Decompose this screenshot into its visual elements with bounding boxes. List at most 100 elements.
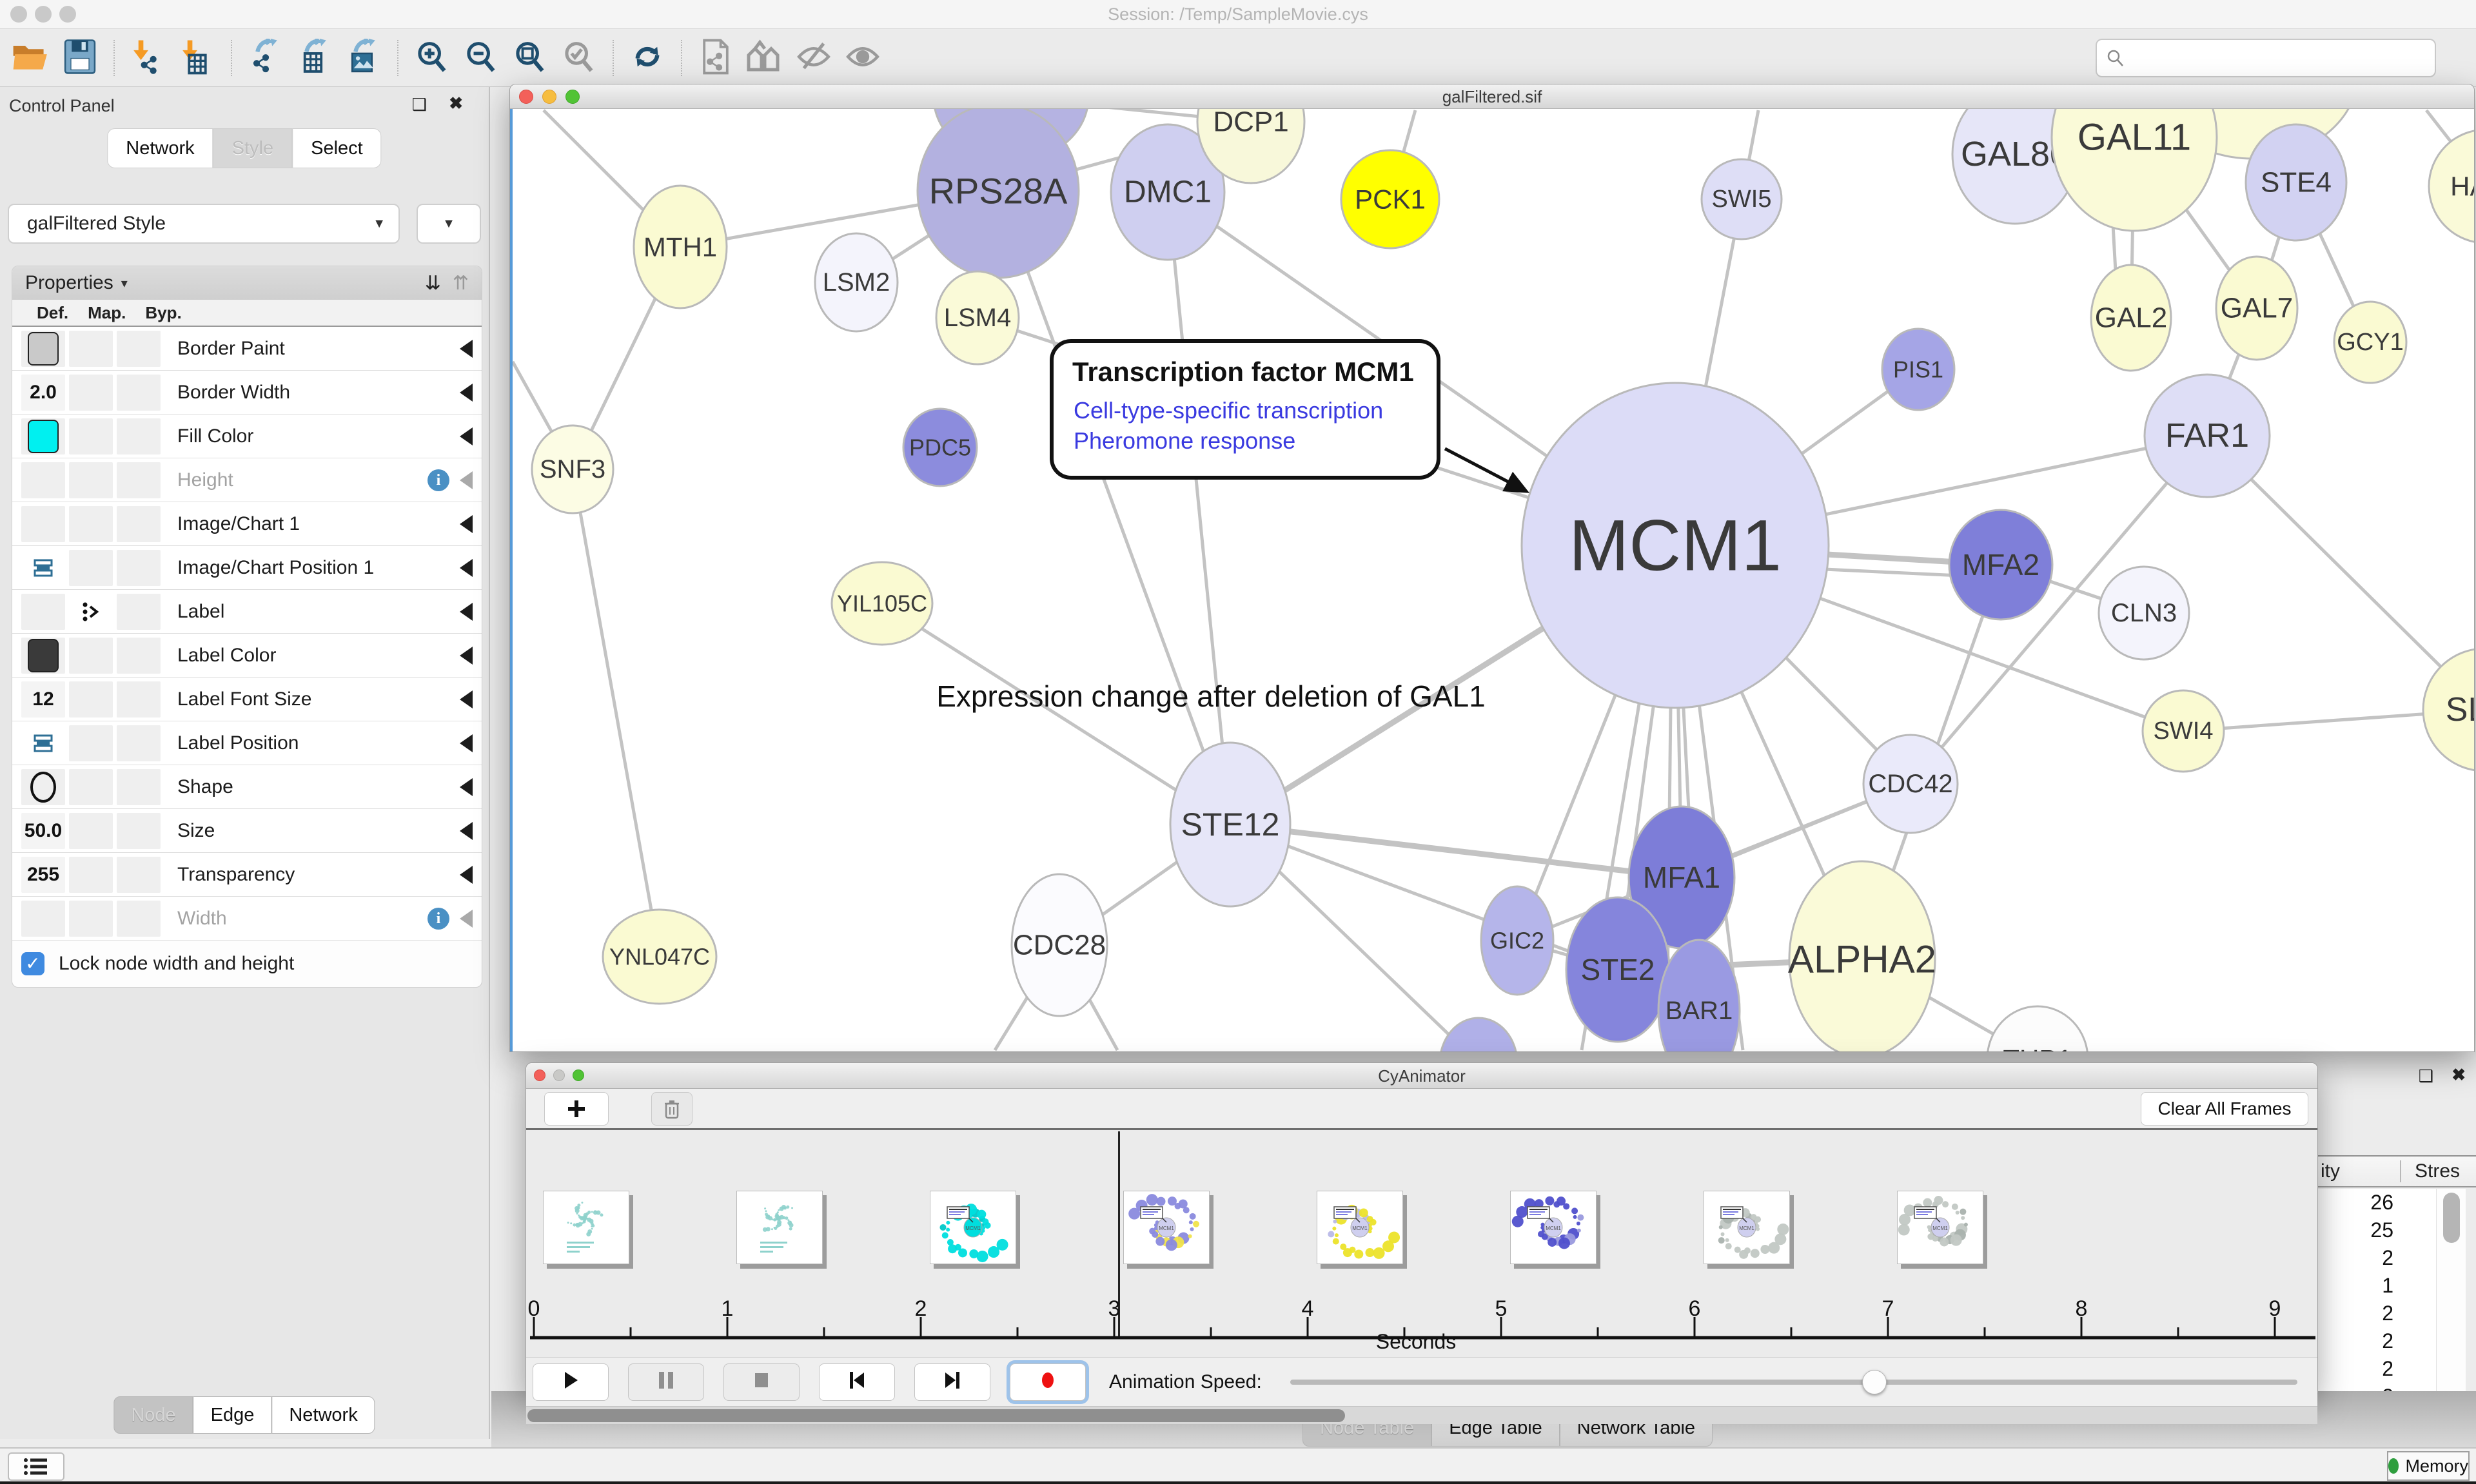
property-row-label[interactable]: Label xyxy=(12,590,482,634)
column-header-stress[interactable]: Stres xyxy=(2415,1160,2460,1182)
export-network-button[interactable] xyxy=(245,37,286,79)
property-def-cell[interactable] xyxy=(21,462,65,498)
show-log-button[interactable] xyxy=(8,1452,64,1481)
network-node-gal11[interactable]: GAL11 xyxy=(2052,109,2217,231)
export-table-button[interactable] xyxy=(294,37,335,79)
property-byp-cell[interactable] xyxy=(117,857,161,893)
property-row-border-paint[interactable]: Border Paint xyxy=(12,327,482,371)
window-minimize-button[interactable] xyxy=(35,6,52,23)
property-row-height[interactable]: Heighti xyxy=(12,458,482,502)
table-scrollbar-thumb[interactable] xyxy=(2443,1193,2460,1243)
property-byp-cell[interactable] xyxy=(117,506,161,542)
network-node-mfa2[interactable]: MFA2 xyxy=(1949,510,2052,620)
property-byp-cell[interactable] xyxy=(117,462,161,498)
property-byp-cell[interactable] xyxy=(117,594,161,630)
annotation-link[interactable]: Cell-type-specific transcription xyxy=(1074,397,1383,424)
property-map-cell[interactable] xyxy=(69,725,113,761)
property-byp-cell[interactable] xyxy=(117,375,161,411)
frame-thumbnail-0s[interactable] xyxy=(543,1191,629,1264)
network-node-ste12[interactable]: STE12 xyxy=(1170,743,1290,906)
properties-header[interactable]: Properties ▾ ⇊ ⇈ xyxy=(12,266,482,300)
property-row-image-chart-position-1[interactable]: Image/Chart Position 1 xyxy=(12,546,482,590)
network-node-hap2[interactable]: HAP2 xyxy=(2429,130,2474,243)
network-node-pdc5[interactable]: PDC5 xyxy=(903,409,977,486)
cyanimator-minimize-button[interactable] xyxy=(553,1069,565,1081)
network-node-yil105c[interactable]: YIL105C xyxy=(832,562,932,645)
import-network-button[interactable] xyxy=(128,37,169,79)
expand-property-icon[interactable] xyxy=(460,822,473,840)
property-byp-cell[interactable] xyxy=(117,331,161,367)
property-map-cell[interactable] xyxy=(69,901,113,937)
refresh-button[interactable] xyxy=(627,37,668,79)
network-node-mth1[interactable]: MTH1 xyxy=(634,186,727,308)
network-node-unlabeled[interactable] xyxy=(1440,1018,1517,1051)
property-def-cell[interactable] xyxy=(21,638,65,674)
property-def-cell[interactable]: 2.0 xyxy=(21,375,65,411)
property-row-label-color[interactable]: Label Color xyxy=(12,634,482,678)
property-def-cell[interactable] xyxy=(21,725,65,761)
frame-thumbnail-5s[interactable]: MCM1 xyxy=(1510,1191,1597,1264)
property-row-transparency[interactable]: 255Transparency xyxy=(12,853,482,897)
network-node-cdc42[interactable]: CDC42 xyxy=(1863,735,1958,833)
expand-property-icon[interactable] xyxy=(460,734,473,752)
property-def-cell[interactable] xyxy=(21,901,65,937)
cyanimator-close-button[interactable] xyxy=(534,1069,545,1081)
property-map-cell[interactable] xyxy=(69,550,113,586)
mcm1-annotation-box[interactable]: Transcription factor MCM1Cell-type-speci… xyxy=(1052,341,1529,493)
expand-property-icon[interactable] xyxy=(460,690,473,708)
property-def-cell[interactable] xyxy=(21,550,65,586)
network-node-ste2[interactable]: STE2 xyxy=(1566,897,1669,1042)
tab-node[interactable]: Node xyxy=(113,1396,193,1434)
import-table-button[interactable] xyxy=(177,37,218,79)
first-neighbors-button[interactable] xyxy=(744,37,785,79)
expand-property-icon[interactable] xyxy=(460,603,473,621)
window-zoom-button[interactable] xyxy=(59,6,76,23)
frame-thumbnail-4s[interactable]: MCM1 xyxy=(1317,1191,1403,1264)
property-def-cell[interactable]: 255 xyxy=(21,857,65,893)
property-byp-cell[interactable] xyxy=(117,418,161,454)
annotation-link[interactable]: Pheromone response xyxy=(1074,427,1295,454)
frame-thumbnail-6s[interactable]: MCM1 xyxy=(1704,1191,1790,1264)
property-row-width[interactable]: Widthi xyxy=(12,897,482,941)
property-def-cell[interactable]: 50.0 xyxy=(21,813,65,849)
property-byp-cell[interactable] xyxy=(117,901,161,937)
network-node-snf3[interactable]: SNF3 xyxy=(532,425,613,513)
info-icon[interactable]: i xyxy=(427,908,449,930)
expand-all-icon[interactable]: ⇊ xyxy=(425,272,441,295)
expand-property-icon[interactable] xyxy=(460,384,473,402)
property-map-cell[interactable] xyxy=(69,638,113,674)
expand-property-icon[interactable] xyxy=(460,471,473,489)
open-session-button[interactable] xyxy=(10,37,52,79)
lock-size-checkbox[interactable]: ✓ xyxy=(21,952,44,975)
network-canvas[interactable]: RPS28BRPS28ADMC1DCP1PCK1SWI5GAL80GAL11ST… xyxy=(510,109,2474,1051)
property-row-image-chart-1[interactable]: Image/Chart 1 xyxy=(12,502,482,546)
property-byp-cell[interactable] xyxy=(117,725,161,761)
network-node-gic2[interactable]: GIC2 xyxy=(1481,886,1553,995)
network-node-rps28a[interactable]: RPS28A xyxy=(918,109,1079,278)
collapse-all-icon[interactable]: ⇈ xyxy=(453,272,469,295)
float-panel-icon[interactable]: ❑ xyxy=(412,95,427,115)
property-byp-cell[interactable] xyxy=(117,638,161,674)
tab-network[interactable]: Network xyxy=(271,1396,375,1434)
network-node-alpha2[interactable]: ALPHA2 xyxy=(1788,861,1936,1051)
property-map-cell[interactable] xyxy=(69,681,113,718)
animation-speed-slider[interactable] xyxy=(1290,1380,2297,1385)
zoom-fit-button[interactable] xyxy=(509,37,551,79)
close-panel-icon[interactable]: ✖ xyxy=(449,93,463,113)
current-style-select[interactable]: galFiltered Style ▼ xyxy=(8,204,400,244)
network-window-title-bar[interactable]: galFiltered.sif xyxy=(510,84,2474,109)
clear-all-frames-button[interactable]: Clear All Frames xyxy=(2141,1092,2308,1126)
prev-frame-button[interactable] xyxy=(819,1363,895,1401)
frame-thumbnail-2s[interactable]: MCM1 xyxy=(930,1191,1016,1264)
network-close-button[interactable] xyxy=(519,90,533,104)
network-node-lsm2[interactable]: LSM2 xyxy=(815,233,898,331)
table-cell[interactable]: 2 xyxy=(2318,1300,2436,1327)
table-cell[interactable]: 1 xyxy=(2318,1272,2436,1300)
property-map-cell[interactable] xyxy=(69,418,113,454)
property-map-cell[interactable] xyxy=(69,375,113,411)
network-node-slt2[interactable]: SLT2 xyxy=(2423,649,2474,771)
network-edge[interactable] xyxy=(1168,192,1230,825)
column-header-centrality[interactable]: ity xyxy=(2321,1160,2340,1182)
show-all-button[interactable] xyxy=(842,37,883,79)
close-table-panel-icon[interactable]: ✖ xyxy=(2451,1065,2466,1085)
